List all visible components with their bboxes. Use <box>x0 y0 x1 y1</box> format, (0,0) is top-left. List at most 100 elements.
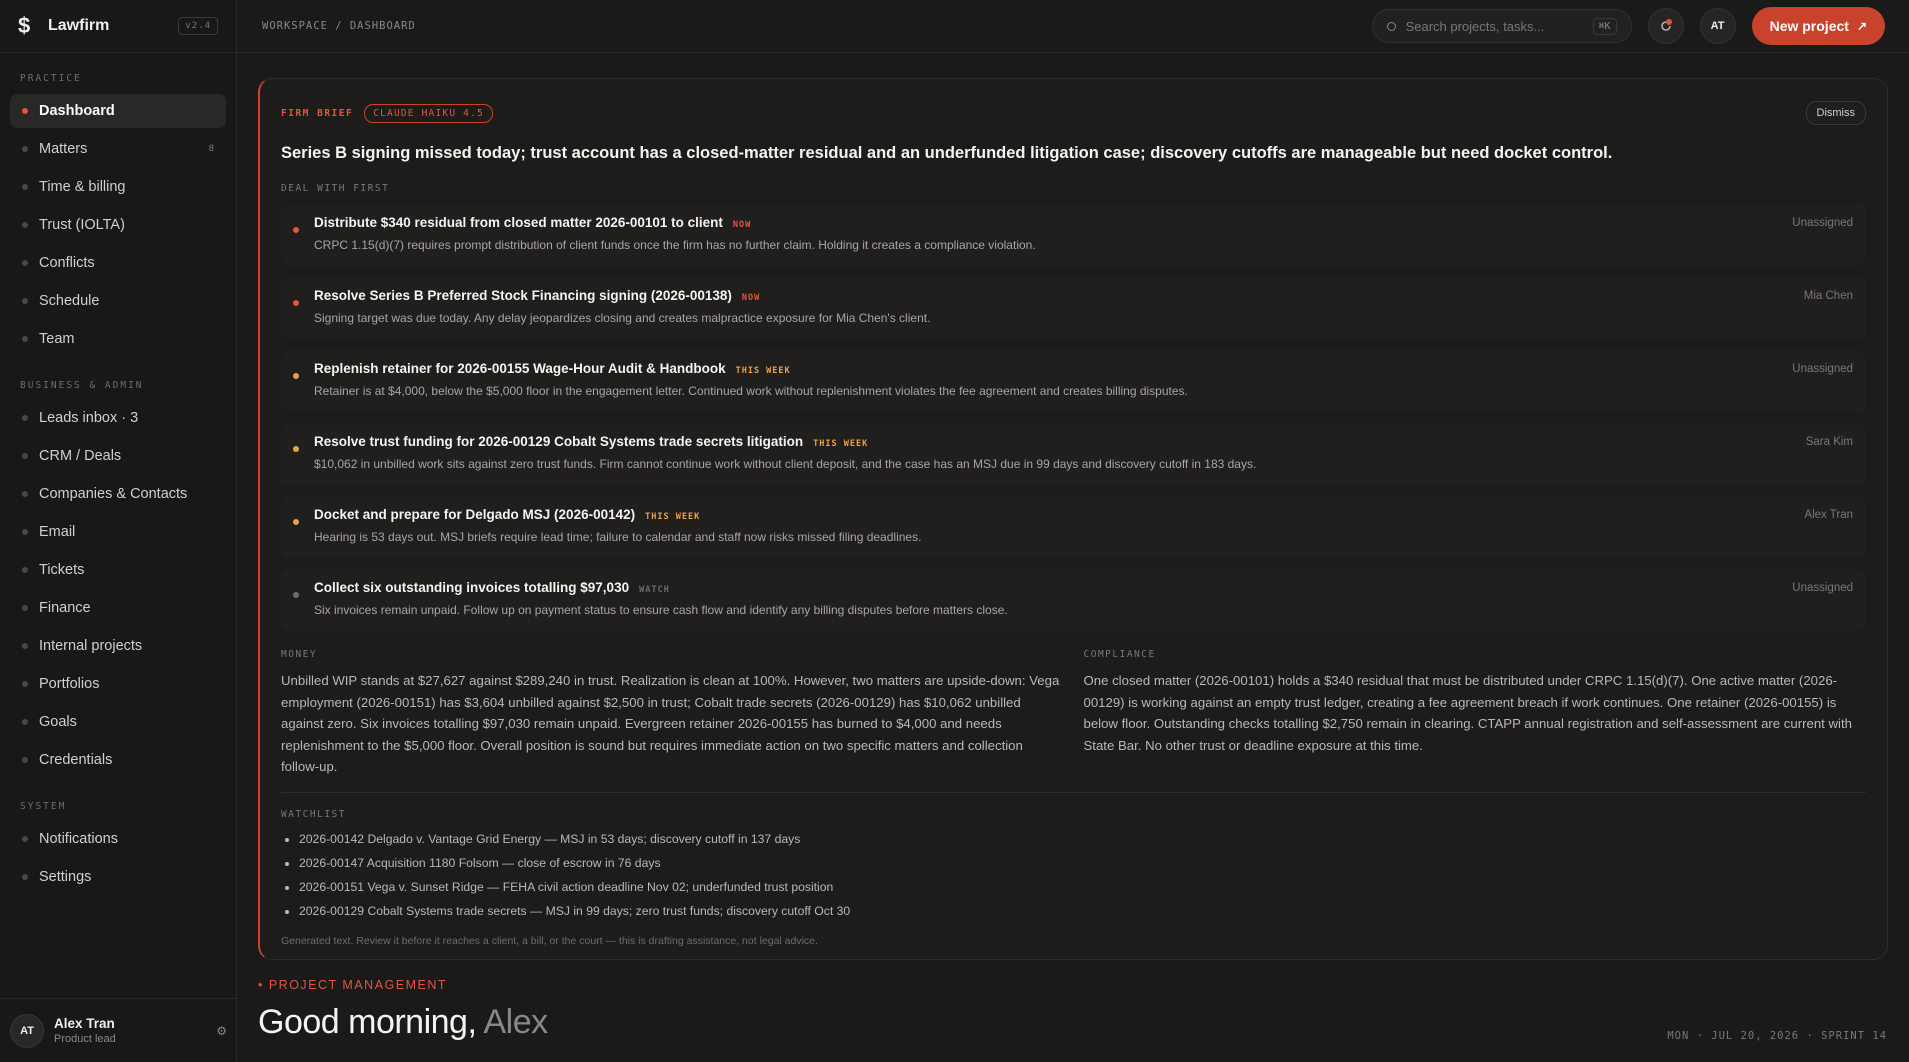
new-project-label: New project <box>1769 18 1849 34</box>
user-name: Alex Tran <box>54 1016 115 1031</box>
search-input[interactable]: Search projects, tasks... ⌘K <box>1371 9 1632 43</box>
nav-dot-icon <box>22 757 28 763</box>
task-owner[interactable]: Sara Kim <box>1806 436 1853 448</box>
nav-section-label: PRACTICE <box>20 73 82 84</box>
priority-dot-icon <box>293 592 299 598</box>
nav-dot-icon <box>22 222 28 228</box>
sidebar-item-conflicts[interactable]: Conflicts <box>10 246 226 280</box>
task-title: Replenish retainer for 2026-00155 Wage-H… <box>314 361 726 376</box>
priority-dot-icon <box>293 519 299 525</box>
sidebar-item-label: Portfolios <box>39 676 100 692</box>
version-badge: v2.4 <box>178 17 218 35</box>
task-description: $10,062 in unbilled work sits against ze… <box>314 457 1257 471</box>
task-item[interactable]: Resolve trust funding for 2026-00129 Cob… <box>281 423 1866 485</box>
sidebar-item-matters[interactable]: Matters 8 <box>10 132 226 166</box>
sidebar-item-trust-iolta[interactable]: Trust (IOLTA) <box>10 208 226 242</box>
money-section: MONEY Unbilled WIP stands at $27,627 aga… <box>281 649 1064 778</box>
sidebar-item-companies-contacts[interactable]: Companies & Contacts <box>10 477 226 511</box>
sidebar-item-crm-deals[interactable]: CRM / Deals <box>10 439 226 473</box>
priority-dot-icon <box>293 373 299 379</box>
firm-brief-card: FIRM BRIEF CLAUDE HAIKU 4.5 Dismiss Seri… <box>258 78 1888 960</box>
watchlist-label: WATCHLIST <box>281 808 346 820</box>
date-line: MON · JUL 20, 2026 · SPRINT 14 <box>1667 1030 1887 1042</box>
task-owner[interactable]: Unassigned <box>1792 582 1853 594</box>
task-item[interactable]: Distribute $340 residual from closed mat… <box>281 204 1866 266</box>
sidebar-item-team[interactable]: Team <box>10 322 226 356</box>
task-title: Distribute $340 residual from closed mat… <box>314 215 723 230</box>
sidebar-item-label: Credentials <box>39 752 113 768</box>
sidebar-item-dashboard[interactable]: Dashboard <box>10 94 226 128</box>
user-profile[interactable]: AT Alex Tran Product lead ⚙ <box>0 998 237 1062</box>
task-priority-tag: THIS WEEK <box>813 439 869 449</box>
sidebar-item-finance[interactable]: Finance <box>10 591 226 625</box>
task-title: Resolve Series B Preferred Stock Financi… <box>314 288 732 303</box>
sidebar-item-label: Team <box>39 331 75 347</box>
search-icon <box>1386 21 1396 31</box>
brief-headline: Series B signing missed today; trust acc… <box>281 144 1613 162</box>
sidebar-item-label: Goals <box>39 714 77 730</box>
task-title: Docket and prepare for Delgado MSJ (2026… <box>314 507 636 522</box>
task-priority-tag: NOW <box>741 293 761 303</box>
nav-dot-icon <box>22 529 28 535</box>
nav-dot-icon <box>22 605 28 611</box>
task-item[interactable]: Replenish retainer for 2026-00155 Wage-H… <box>281 350 1866 412</box>
brand: $ Lawfirm v2.4 <box>0 0 236 53</box>
settings-icon[interactable]: ⚙ <box>216 1024 227 1038</box>
sidebar-item-goals[interactable]: Goals <box>10 705 226 739</box>
search-placeholder: Search projects, tasks... <box>1405 18 1545 34</box>
sidebar-item-label: Tickets <box>39 562 85 578</box>
new-project-button[interactable]: New project ↗ <box>1751 7 1885 45</box>
task-title: Resolve trust funding for 2026-00129 Cob… <box>314 434 804 449</box>
task-item[interactable]: Docket and prepare for Delgado MSJ (2026… <box>281 496 1866 558</box>
sidebar-item-email[interactable]: Email <box>10 515 226 549</box>
sidebar-item-time-billing[interactable]: Time & billing <box>10 170 226 204</box>
breadcrumb: WORKSPACE / DASHBOARD <box>262 20 416 32</box>
task-owner[interactable]: Alex Tran <box>1804 509 1853 521</box>
sidebar-item-portfolios[interactable]: Portfolios <box>10 667 226 701</box>
notifications-button[interactable] <box>1647 8 1684 44</box>
task-item[interactable]: Resolve Series B Preferred Stock Financi… <box>281 277 1866 339</box>
logo-icon: $ <box>18 13 31 38</box>
sidebar-item-tickets[interactable]: Tickets <box>10 553 226 587</box>
nav-section-label: BUSINESS & ADMIN <box>20 380 144 391</box>
sidebar-item-label: Leads inbox · 3 <box>39 410 139 426</box>
nav-dot-icon <box>22 681 28 687</box>
account-avatar-button[interactable]: AT <box>1699 8 1736 44</box>
task-owner[interactable]: Unassigned <box>1792 217 1853 229</box>
nav-dot-icon <box>22 836 28 842</box>
task-owner[interactable]: Mia Chen <box>1804 290 1853 302</box>
greeting-prefix: Good morning, <box>258 1003 477 1041</box>
sidebar-item-notifications[interactable]: Notifications <box>10 822 226 856</box>
sidebar-item-label: Dashboard <box>39 103 115 119</box>
sidebar-item-label: Schedule <box>39 293 100 309</box>
sidebar-item-schedule[interactable]: Schedule <box>10 284 226 318</box>
nav-dot-icon <box>22 415 28 421</box>
model-badge: CLAUDE HAIKU 4.5 <box>364 103 493 123</box>
sidebar-item-internal-projects[interactable]: Internal projects <box>10 629 226 663</box>
priority-dot-icon <box>293 227 299 233</box>
deal-with-first-label: DEAL WITH FIRST <box>281 183 390 194</box>
notification-dot <box>1665 19 1672 25</box>
task-owner[interactable]: Unassigned <box>1792 363 1853 375</box>
search-shortcut: ⌘K <box>1592 17 1617 35</box>
task-description: Hearing is 53 days out. MSJ briefs requi… <box>314 530 922 544</box>
money-label: MONEY <box>281 649 318 660</box>
sidebar-item-label: Companies & Contacts <box>39 486 188 502</box>
dismiss-button[interactable]: Dismiss <box>1805 101 1866 125</box>
sidebar-item-leads-inbox-3[interactable]: Leads inbox · 3 <box>10 401 226 435</box>
task-item[interactable]: Collect six outstanding invoices totalli… <box>281 569 1866 631</box>
nav-dot-icon <box>22 298 28 304</box>
nav-dot-icon <box>22 719 28 725</box>
nav-dot-icon <box>22 453 28 459</box>
sidebar-item-settings[interactable]: Settings <box>10 860 226 894</box>
sidebar-item-credentials[interactable]: Credentials <box>10 743 226 777</box>
firm-brief-label: FIRM BRIEF <box>281 107 354 119</box>
task-list: Distribute $340 residual from closed mat… <box>281 204 1866 631</box>
section-label: • PROJECT MANAGEMENT <box>258 978 448 992</box>
sidebar-item-label: Notifications <box>39 831 118 847</box>
sidebar-item-label: Trust (IOLTA) <box>39 217 125 233</box>
watchlist-item: 2026-00147 Acquisition 1180 Folsom — clo… <box>299 851 1866 875</box>
compliance-label: COMPLIANCE <box>1083 649 1156 660</box>
task-description: Six invoices remain unpaid. Follow up on… <box>314 603 1008 617</box>
sidebar-item-label: Time & billing <box>39 179 126 195</box>
